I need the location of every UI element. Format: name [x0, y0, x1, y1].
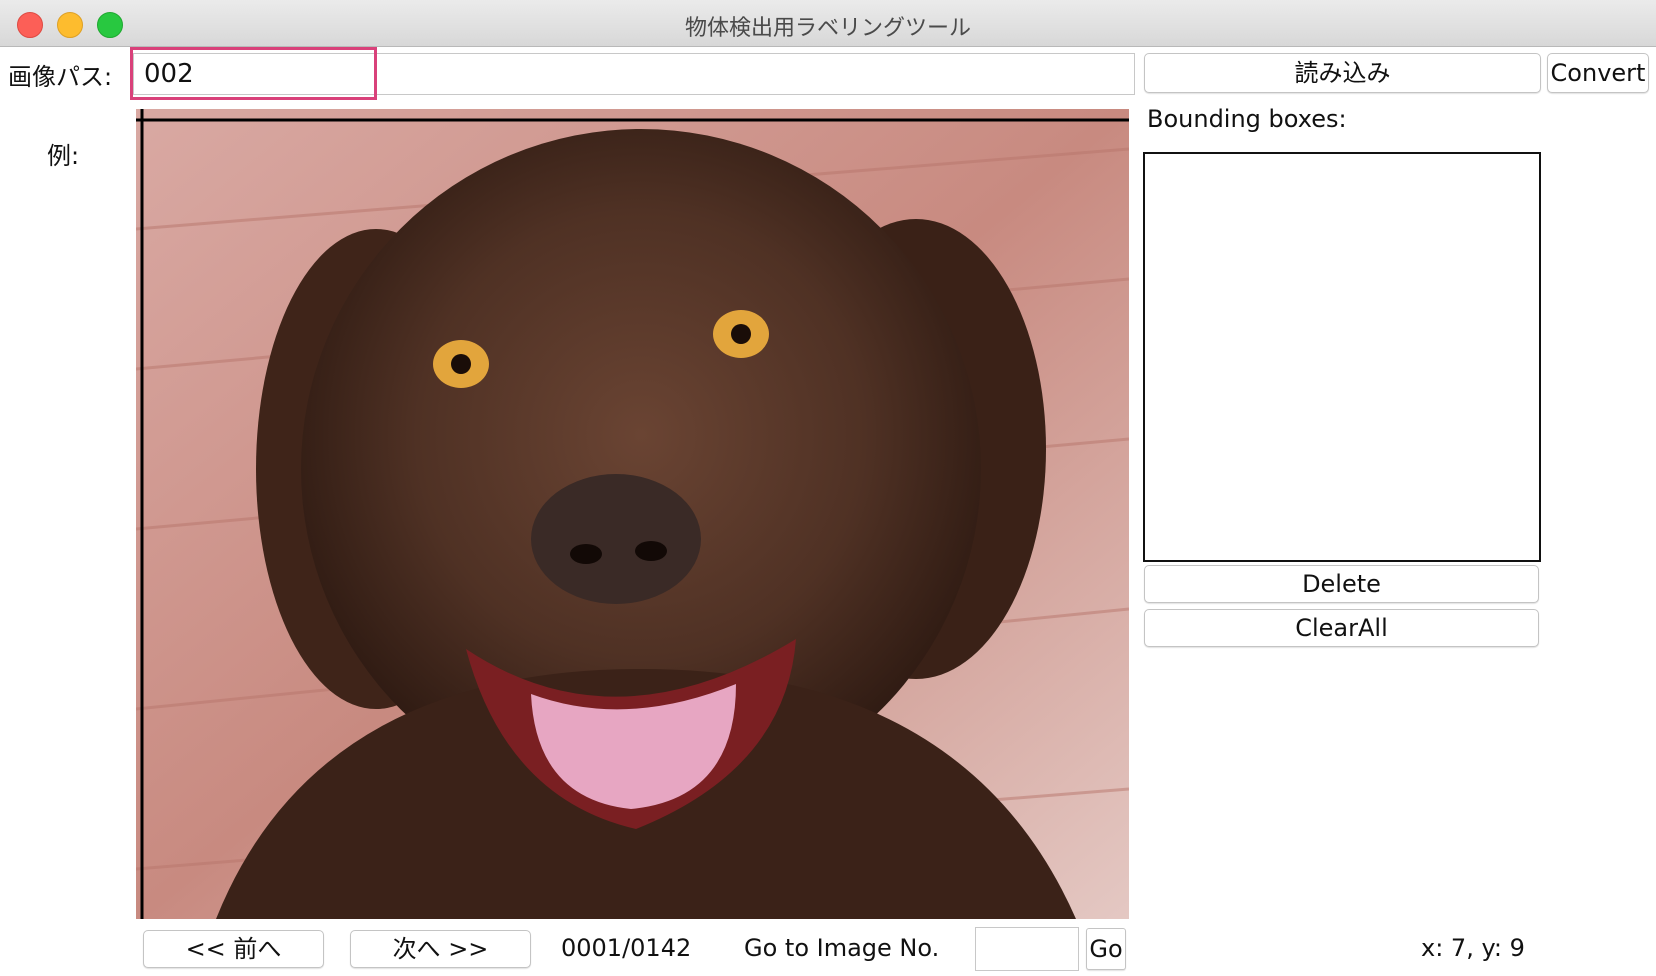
- goto-label: Go to Image No.: [744, 934, 940, 962]
- dog-photo: [136, 109, 1129, 919]
- delete-button[interactable]: Delete: [1144, 565, 1539, 603]
- previous-button[interactable]: << 前へ: [143, 930, 324, 968]
- image-canvas[interactable]: [136, 109, 1129, 919]
- image-counter: 0001/0142: [561, 934, 692, 962]
- app-window: 物体検出用ラベリングツール 画像パス: 読み込み Convert 例:: [0, 0, 1656, 976]
- go-button[interactable]: Go: [1086, 928, 1126, 970]
- image-path-label: 画像パス:: [8, 63, 113, 91]
- main-content: 画像パス: 読み込み Convert 例:: [0, 47, 1656, 976]
- title-bar: 物体検出用ラベリングツール: [0, 0, 1656, 47]
- convert-button[interactable]: Convert: [1547, 53, 1649, 93]
- example-label: 例:: [47, 142, 80, 170]
- image-path-input[interactable]: [133, 53, 1135, 95]
- load-button[interactable]: 読み込み: [1144, 53, 1541, 93]
- window-title: 物体検出用ラベリングツール: [684, 16, 971, 41]
- next-button[interactable]: 次へ >>: [350, 930, 531, 968]
- goto-image-input[interactable]: [975, 927, 1079, 971]
- bounding-box-list[interactable]: [1143, 152, 1541, 562]
- clear-all-button[interactable]: ClearAll: [1144, 609, 1539, 647]
- bounding-boxes-title: Bounding boxes:: [1147, 105, 1347, 133]
- cursor-coordinates: x: 7, y: 9: [1421, 934, 1525, 962]
